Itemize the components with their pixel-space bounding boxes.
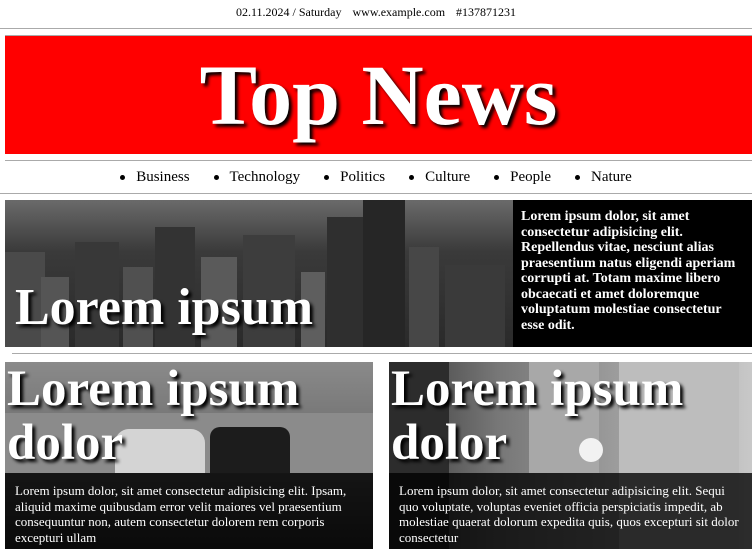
feature-headline[interactable]: Lorem ipsum xyxy=(15,276,313,340)
site-link[interactable]: www.example.com xyxy=(353,5,446,19)
divider xyxy=(12,353,752,354)
nav-item-culture[interactable]: Culture xyxy=(409,161,470,193)
feature-summary: Lorem ipsum dolor, sit amet consectetur … xyxy=(521,209,736,333)
masthead: Top News xyxy=(5,35,752,154)
date-text: 02.11.2024 / Saturday xyxy=(235,5,342,19)
card-summary: Lorem ipsum dolor, sit amet consectetur … xyxy=(389,473,752,549)
card-headline[interactable]: Lorem ipsum dolor xyxy=(7,362,373,470)
nav-item-technology[interactable]: Technology xyxy=(213,161,300,193)
nav-item-nature[interactable]: Nature xyxy=(574,161,632,193)
nav-item-business[interactable]: Business xyxy=(120,161,190,193)
nav-item-politics[interactable]: Politics xyxy=(324,161,385,193)
card-summary: Lorem ipsum dolor, sit amet consectetur … xyxy=(5,473,373,549)
article-card[interactable]: Lorem ipsum dolor Lorem ipsum dolor, sit… xyxy=(5,362,373,549)
site-title[interactable]: Top News xyxy=(5,36,752,154)
nav-item-people[interactable]: People xyxy=(494,161,551,193)
article-card[interactable]: Lorem ipsum dolor Lorem ipsum dolor, sit… xyxy=(389,362,752,549)
card-headline[interactable]: Lorem ipsum dolor xyxy=(391,362,752,470)
top-info-bar: 02.11.2024 / Saturday www.example.com #1… xyxy=(0,0,752,29)
feature-article[interactable]: Lorem ipsum Lorem ipsum dolor, sit amet … xyxy=(5,200,752,347)
issue-number: #137871231 xyxy=(456,5,517,19)
category-nav: Business Technology Politics Culture Peo… xyxy=(0,161,752,194)
